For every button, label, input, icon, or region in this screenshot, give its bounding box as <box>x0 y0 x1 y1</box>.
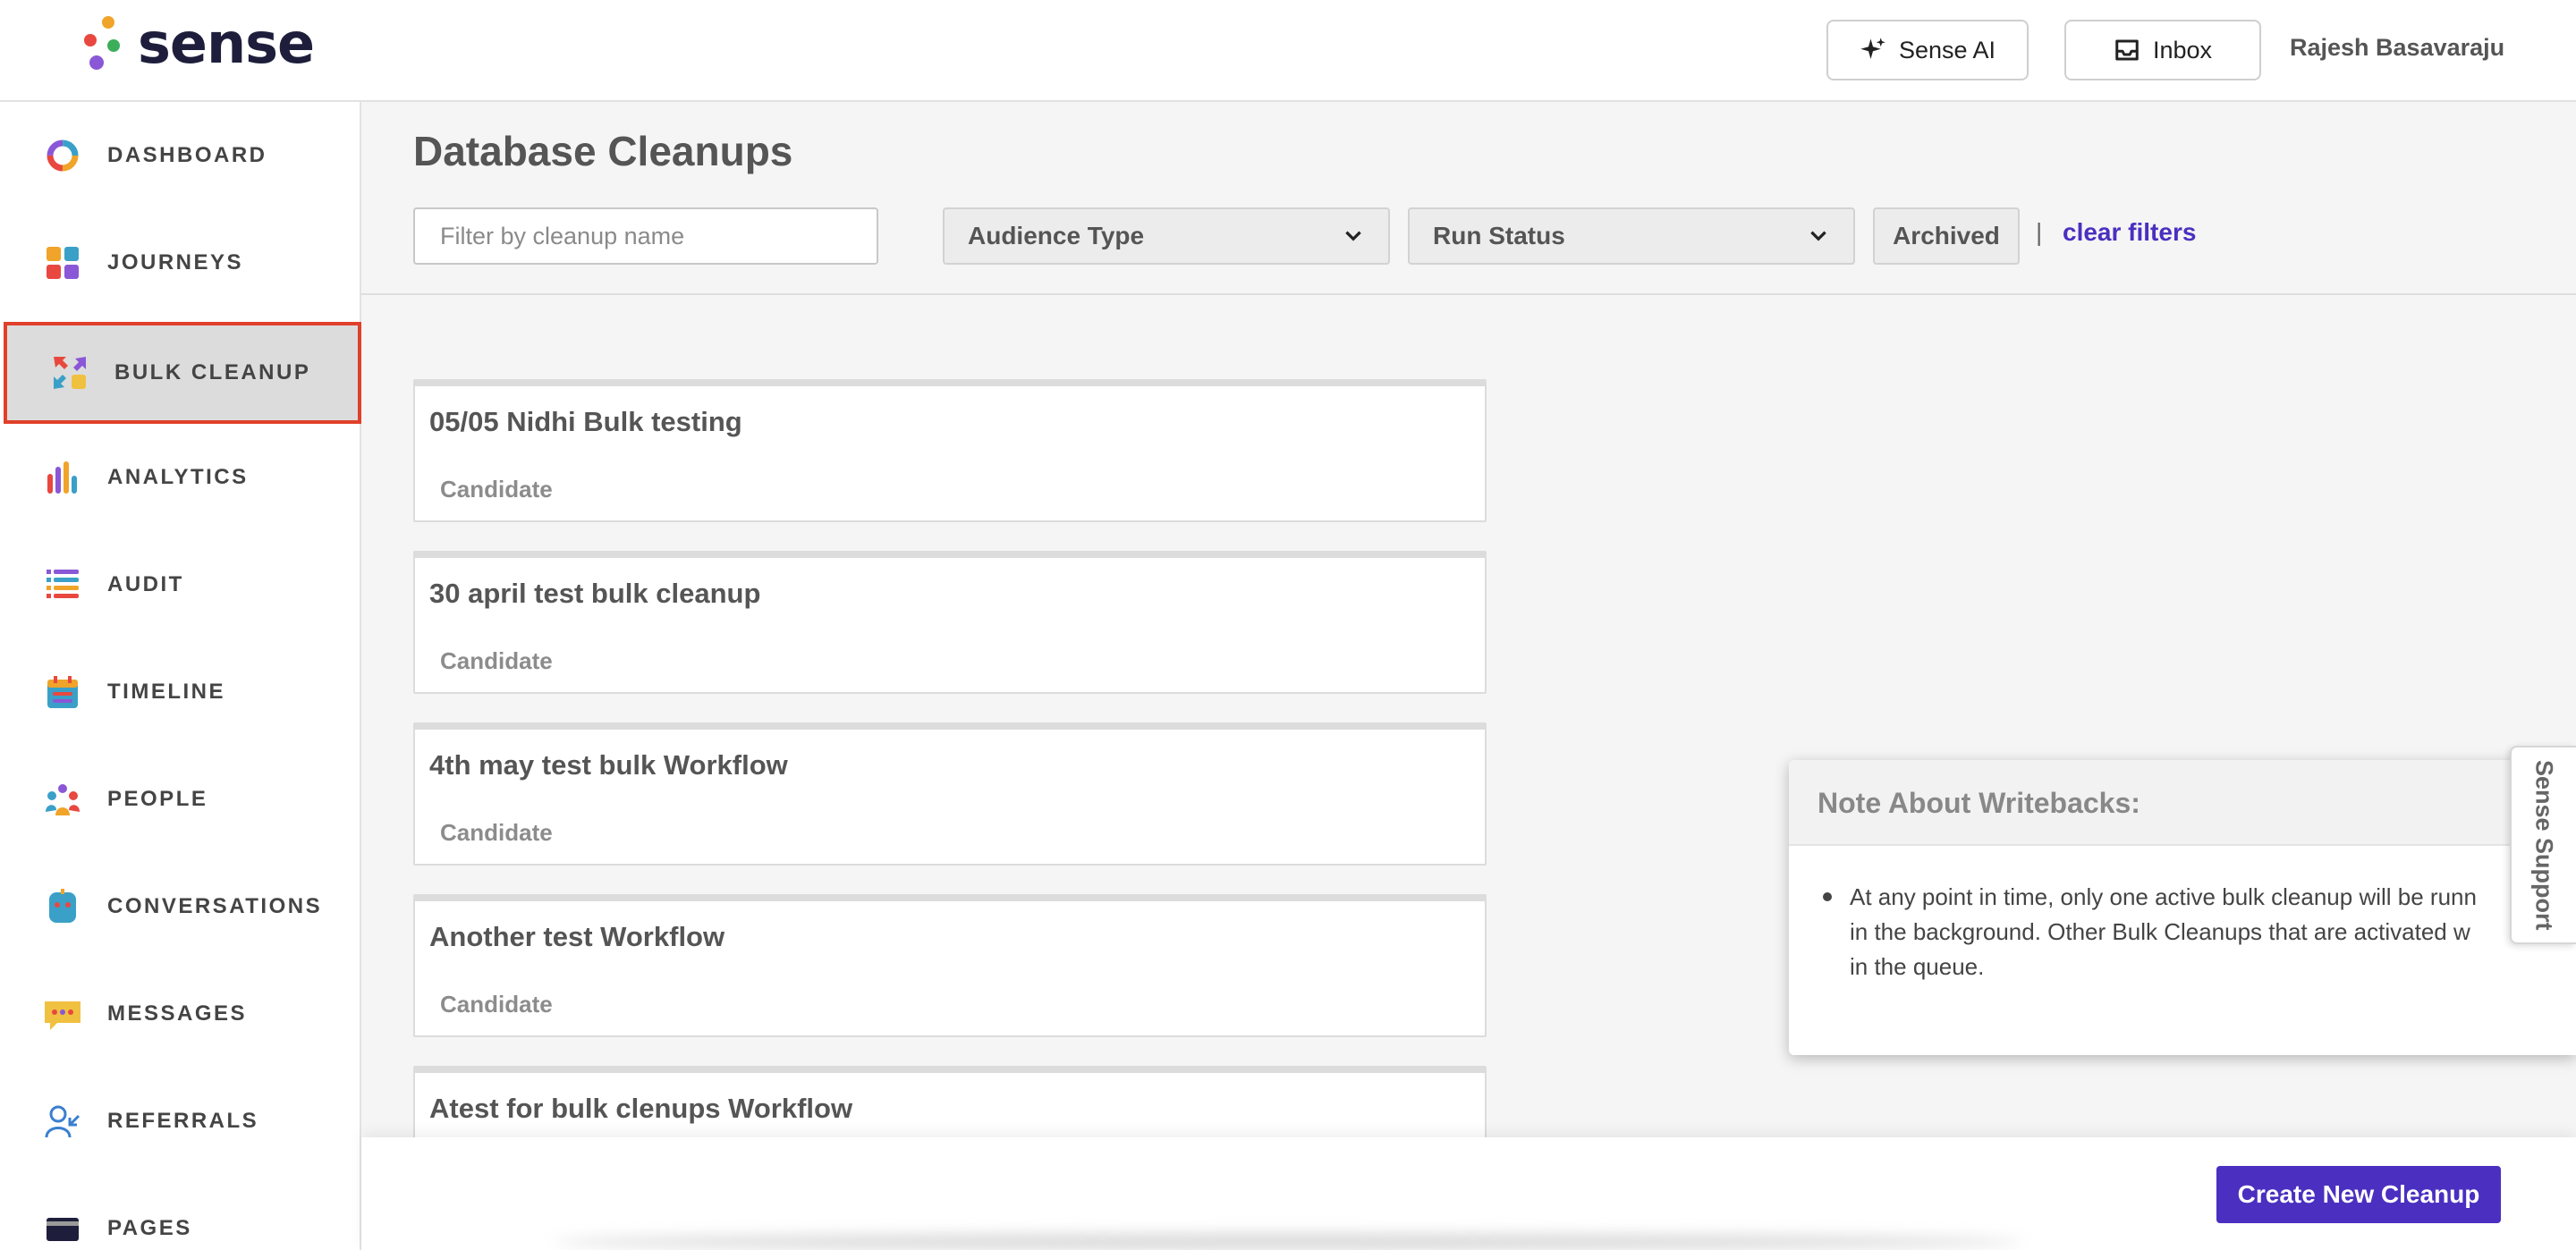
analytics-bars-icon <box>43 458 82 497</box>
logo-dots-icon <box>84 16 123 72</box>
sidebar-item-dashboard[interactable]: DASHBOARD <box>0 102 361 209</box>
sidebar-item-analytics[interactable]: ANALYTICS <box>0 424 361 531</box>
cleanup-audience: Candidate <box>440 991 553 1018</box>
note-line: in the background. Other Bulk Cleanups t… <box>1850 918 2470 945</box>
sense-support-tab[interactable]: Sense Support <box>2510 746 2576 944</box>
header-divider <box>361 293 2576 295</box>
sidebar-item-label: ANALYTICS <box>107 465 249 489</box>
sidebar-item-label: DASHBOARD <box>107 143 267 167</box>
dashboard-donut-icon <box>43 136 82 175</box>
chevron-down-icon <box>1810 231 1826 241</box>
bulk-cleanup-arrows-icon <box>50 353 89 393</box>
sparkle-icon <box>1860 38 1885 59</box>
archived-toggle-button[interactable]: Archived <box>1873 207 2020 265</box>
cleanup-name: 30 april test bulk cleanup <box>429 578 761 609</box>
page-title: Database Cleanups <box>413 128 793 174</box>
cleanup-card[interactable]: Another test Workflow Candidate <box>413 894 1487 1037</box>
sidebar-item-audit[interactable]: AUDIT <box>0 531 361 638</box>
cleanup-name-filter-input[interactable] <box>413 207 878 265</box>
audience-type-select[interactable]: Audience Type <box>943 207 1390 265</box>
cleanup-audience: Candidate <box>440 476 553 503</box>
chevron-down-icon <box>1345 231 1361 241</box>
sidebar-item-people[interactable]: PEOPLE <box>0 746 361 853</box>
sidebar-item-label: AUDIT <box>107 572 184 596</box>
cleanup-name: Another test Workflow <box>429 921 725 952</box>
sidebar-item-conversations[interactable]: CONVERSATIONS <box>0 853 361 960</box>
pages-card-icon <box>43 1209 82 1248</box>
filter-separator: | <box>2036 218 2043 246</box>
conversations-bot-icon <box>43 887 82 926</box>
cleanup-audience: Candidate <box>440 647 553 674</box>
clear-filters-link[interactable]: clear filters <box>2063 218 2196 247</box>
user-name[interactable]: Rajesh Basavaraju <box>2290 34 2504 62</box>
inbox-label: Inbox <box>2152 36 2213 63</box>
sense-ai-label: Sense AI <box>1898 36 1996 63</box>
inbox-button[interactable]: Inbox <box>2064 20 2261 80</box>
audit-list-icon <box>43 565 82 604</box>
cleanup-name: 4th may test bulk Workflow <box>429 749 788 781</box>
cleanup-name: Atest for bulk clenups Workflow <box>429 1093 853 1124</box>
sense-support-label: Sense Support <box>2530 759 2558 931</box>
note-line: in the queue. <box>1850 953 1985 980</box>
audience-type-label: Audience Type <box>968 222 1145 249</box>
create-new-cleanup-button[interactable]: Create New Cleanup <box>2216 1166 2501 1223</box>
note-body: At any point in time, only one active bu… <box>1789 846 2576 984</box>
sidebar-item-label: CONVERSATIONS <box>107 894 323 918</box>
top-bar: sense Sense AI Inbox Rajesh Basavaraju <box>0 0 2576 102</box>
sidebar-item-label: BULK CLEANUP <box>114 360 311 384</box>
sidebar-item-label: PEOPLE <box>107 787 208 811</box>
sidebar-item-label: JOURNEYS <box>107 250 244 274</box>
run-status-label: Run Status <box>1433 222 1565 249</box>
sidebar-item-messages[interactable]: MESSAGES <box>0 960 361 1068</box>
cleanup-card[interactable]: 30 april test bulk cleanup Candidate <box>413 551 1487 694</box>
messages-bubble-icon <box>43 994 82 1034</box>
sense-logo[interactable]: sense <box>84 11 315 76</box>
cleanup-card[interactable]: 05/05 Nidhi Bulk testing Candidate <box>413 379 1487 522</box>
sidebar-item-label: REFERRALS <box>107 1109 259 1133</box>
inbox-tray-icon <box>2115 39 2139 61</box>
sidebar-item-journeys[interactable]: JOURNEYS <box>0 209 361 317</box>
timeline-calendar-icon <box>43 672 82 712</box>
cleanup-name: 05/05 Nidhi Bulk testing <box>429 406 742 437</box>
footer-shadow <box>555 1234 2021 1250</box>
cleanup-audience: Candidate <box>440 819 553 846</box>
people-group-icon <box>43 780 82 819</box>
journeys-grid-icon <box>43 243 82 283</box>
sidebar-item-referrals[interactable]: REFERRALS <box>0 1068 361 1175</box>
note-title: Note About Writebacks: <box>1789 760 2576 846</box>
sidebar-item-label: TIMELINE <box>107 680 225 704</box>
note-line: At any point in time, only one active bu… <box>1850 883 2477 910</box>
referrals-user-icon <box>43 1102 82 1141</box>
bullet-icon <box>1823 892 1832 901</box>
cleanup-card[interactable]: 4th may test bulk Workflow Candidate <box>413 722 1487 866</box>
sense-ai-button[interactable]: Sense AI <box>1826 20 2029 80</box>
sidebar-item-timeline[interactable]: TIMELINE <box>0 638 361 746</box>
run-status-select[interactable]: Run Status <box>1408 207 1855 265</box>
sidebar-item-label: MESSAGES <box>107 1001 248 1026</box>
sidebar: DASHBOARD JOURNEYS BULK CLEANUP ANALYTIC… <box>0 102 361 1250</box>
sidebar-item-pages[interactable]: PAGES <box>0 1175 361 1250</box>
sidebar-item-label: PAGES <box>107 1216 192 1240</box>
writebacks-note-panel: Note About Writebacks: At any point in t… <box>1789 760 2576 1055</box>
logo-text: sense <box>138 11 315 76</box>
sidebar-item-bulk-cleanup[interactable]: BULK CLEANUP <box>4 322 361 424</box>
